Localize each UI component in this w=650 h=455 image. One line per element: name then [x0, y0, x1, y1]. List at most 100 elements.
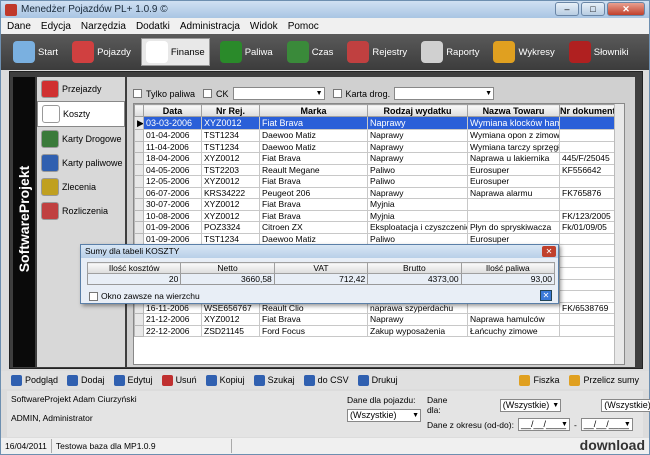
toolbar-wykresy-button[interactable]: Wykresy	[489, 38, 558, 66]
sums-value: 93,00	[460, 273, 556, 285]
register-icon	[347, 41, 370, 63]
table-row[interactable]: 01-09-2006 POZ3324 Citroen ZX Eksploatacja …	[134, 221, 624, 234]
edytuj-button[interactable]: Edytuj	[113, 374, 153, 386]
data-for-select[interactable]: (Wszystkie)	[499, 398, 562, 412]
toolbar-label: Czas	[311, 46, 334, 58]
date-to-input[interactable]: __/__/____	[580, 418, 633, 431]
column-header[interactable]: Nr Rej.	[201, 104, 260, 117]
edit-icon	[113, 374, 125, 386]
info-panel: SoftwareProjekt Adam Ciurzyński ADMIN, A…	[7, 391, 650, 437]
toolbar-raporty-button[interactable]: Raporty	[417, 38, 483, 66]
dialog-ok-button[interactable]: ✕	[540, 290, 552, 301]
table-row[interactable]: 12-05-2006 XYZ0012 Fiat Brava Paliwo Eurosup…	[134, 175, 624, 188]
table-cell: 03-03-2006	[143, 116, 202, 130]
column-header[interactable]: Nr dokumentu	[559, 104, 622, 117]
sidebar-item[interactable]: Karty Drogowe	[37, 127, 125, 151]
ck-select[interactable]	[232, 87, 325, 100]
toolbar-start-button[interactable]: Start	[9, 38, 62, 66]
toolbar-paliwa-button[interactable]: Paliwa	[216, 38, 277, 66]
kopiuj-button[interactable]: Kopiuj	[205, 374, 245, 386]
table-cell: POZ3324	[201, 221, 260, 234]
calendar-icon	[286, 41, 309, 63]
column-header[interactable]: Data	[143, 104, 202, 117]
menu-dane[interactable]: Dane	[7, 21, 31, 32]
sidebar-item[interactable]: Zlecenia	[37, 175, 125, 199]
vehicle-filter-label: Dane dla pojazdu:	[347, 395, 416, 405]
szukaj-button[interactable]: Szukaj	[253, 374, 295, 386]
toolbar-pojazdy-button[interactable]: Pojazdy	[68, 38, 135, 66]
toolbar-finanse-button[interactable]: Finanse	[140, 38, 210, 66]
menu-edycja[interactable]: Edycja	[41, 21, 71, 32]
do-csv-button[interactable]: do CSV	[303, 374, 349, 386]
vehicle-filter-select[interactable]: (Wszystkie)	[347, 409, 421, 422]
table-row[interactable]: 22-12-2006 ZSD21145 Ford Focus Zakup wyposa…	[134, 324, 624, 337]
data-for-select-2[interactable]: (Wszystkie)	[601, 398, 650, 412]
usuń-button[interactable]: Usuń	[161, 374, 197, 386]
sidebar-item[interactable]: Koszty	[37, 101, 125, 127]
fuel-card-checkbox[interactable]	[332, 89, 342, 98]
toolbar-rejestry-button[interactable]: Rejestry	[343, 38, 411, 66]
table-row[interactable]: 01-09-2006 TST1234 Daewoo Matiz Paliwo Euros…	[134, 232, 624, 245]
podgląd-button[interactable]: Podgląd	[11, 374, 58, 386]
toolbar-czas-button[interactable]: Czas	[283, 38, 338, 66]
table-row[interactable]: 01-04-2006 TST1234 Daewoo Matiz Naprawy Wymi…	[134, 129, 624, 142]
row-indicator	[134, 198, 144, 211]
menu-administracja[interactable]: Administracja	[180, 21, 240, 32]
brand-text: SoftwareProjekt	[16, 165, 32, 273]
table-scrollbar[interactable]	[614, 104, 624, 364]
table-row[interactable]: 21-12-2006 XYZ0012 Fiat Brava Naprawy Napraw…	[134, 313, 624, 326]
row-indicator	[134, 152, 144, 165]
menu-widok[interactable]: Widok	[250, 21, 278, 32]
dialog-close-button[interactable]: ✕	[542, 246, 556, 257]
sums-value: 3660,58	[180, 273, 275, 285]
table-cell: TST2203	[201, 163, 260, 176]
menu-pomoc[interactable]: Pomoc	[288, 21, 319, 32]
row-indicator	[134, 209, 144, 222]
table-row[interactable]: 18-04-2006 XYZ0012 Fiat Brava Naprawy Napraw…	[134, 152, 624, 165]
table-cell: 10-08-2006	[143, 209, 202, 222]
table-cell: Peugeot 206	[259, 186, 368, 199]
status-date: 16/04/2011	[1, 439, 52, 453]
menu-dodatki[interactable]: Dodatki	[136, 21, 170, 32]
current-user: ADMIN, Administrator	[11, 413, 93, 423]
card-icon	[519, 374, 531, 386]
table-row[interactable]: 11-04-2006 TST1234 Daewoo Matiz Naprawy Wymi…	[134, 140, 624, 153]
table-row[interactable]: 30-07-2006 XYZ0012 Fiat Brava Myjnia	[134, 198, 624, 211]
maximize-button[interactable]: □	[581, 2, 605, 16]
sidebar-item[interactable]: Karty paliwowe	[37, 151, 125, 175]
przelicz-sumy-button[interactable]: Przelicz sumy	[569, 374, 639, 386]
dodaj-button[interactable]: Dodaj	[67, 374, 105, 386]
column-header[interactable]: Rodzaj wydatku	[367, 104, 468, 117]
table-cell: Paliwo	[367, 232, 468, 245]
table-row[interactable]: 04-05-2006 TST2203 Reault Megane Paliwo Euro…	[134, 163, 624, 176]
table-row[interactable]: 06-07-2006 KRS34222 Peugeot 206 Naprawy Napr…	[134, 186, 624, 199]
drukuj-button[interactable]: Drukuj	[357, 374, 398, 386]
column-header[interactable]: Marka	[259, 104, 368, 117]
ck-checkbox[interactable]	[203, 89, 213, 98]
app-window: Menedżer Pojazdów PL+ 1.0.9 © – □ ✕ Dane…	[0, 0, 650, 455]
table-row[interactable]: ▶ 03-03-2006 XYZ0012 Fiat Brava Naprawy Wymia…	[134, 116, 624, 130]
table-cell: Naprawy	[367, 152, 468, 165]
minimize-button[interactable]: –	[555, 2, 579, 16]
only-fuel-checkbox[interactable]	[133, 89, 142, 98]
costs-table: Data Nr Rej. Marka Rodzaj wydatku Nazwa Towa…	[133, 103, 625, 365]
fiszka-button[interactable]: Fiszka	[519, 374, 559, 386]
table-cell: Fiat Brava	[259, 152, 368, 165]
table-cell	[559, 244, 622, 257]
sums-table: Ilość kosztów Netto VAT Brutto Ilość paliwa …	[86, 262, 556, 285]
close-button[interactable]: ✕	[607, 2, 645, 16]
column-header[interactable]: Nazwa Towaru	[467, 104, 560, 117]
table-cell: 01-09-2006	[143, 221, 202, 234]
status-bar: 16/04/2011 Testowa baza dla MP1.0.9	[1, 438, 649, 454]
table-cell: Eksploatacja i czyszczenie	[367, 221, 468, 234]
brand-strip: SoftwareProjekt	[13, 77, 35, 367]
date-from-input[interactable]: __/__/____	[517, 418, 570, 431]
toolbar-słowniki-button[interactable]: Słowniki	[565, 38, 633, 66]
fuel-card-select[interactable]	[394, 87, 495, 100]
sidebar: Przejazdy Koszty Karty Drogowe Karty paliwo…	[37, 77, 125, 367]
table-row[interactable]: 10-08-2006 XYZ0012 Fiat Brava Myjnia FK/123/…	[134, 209, 624, 222]
sidebar-item[interactable]: Rozliczenia	[37, 199, 125, 223]
sidebar-item[interactable]: Przejazdy	[37, 77, 125, 101]
always-on-top-checkbox[interactable]	[89, 291, 98, 301]
menu-narzedzia[interactable]: Narzędzia	[81, 21, 126, 32]
